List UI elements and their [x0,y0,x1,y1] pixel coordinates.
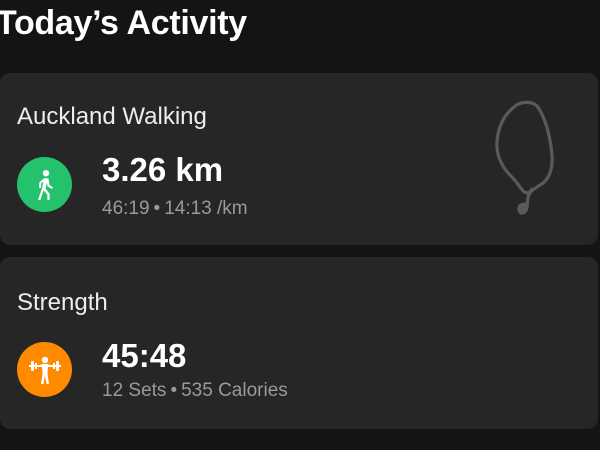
activity-name: Auckland Walking [17,103,207,130]
strength-badge [17,342,72,397]
page-title: Today’s Activity [0,4,247,42]
separator-dot: • [153,198,161,219]
activity-card-walking[interactable]: Auckland Walking 3.26 km 46:19 • 14:13 /km [0,73,598,245]
activity-pace: 14:13 /km [164,198,248,219]
activity-card-strength[interactable]: Strength 45:48 12 Sets • 535 Calories [0,257,598,429]
activity-calories: 535 Calories [181,380,288,401]
activity-details: 12 Sets • 535 Calories [102,380,288,402]
activity-distance: 3.26 km [102,151,224,188]
separator-dot: • [170,380,178,401]
activity-sets: 12 Sets [102,380,167,401]
activity-duration: 45:48 [102,337,187,374]
weightlifting-icon [28,356,61,384]
activity-details: 46:19 • 14:13 /km [102,198,248,220]
walking-badge [17,157,72,212]
activity-duration: 46:19 [102,198,150,219]
route-map-icon [495,100,554,215]
activity-name: Strength [17,289,108,316]
walking-icon [37,169,53,200]
